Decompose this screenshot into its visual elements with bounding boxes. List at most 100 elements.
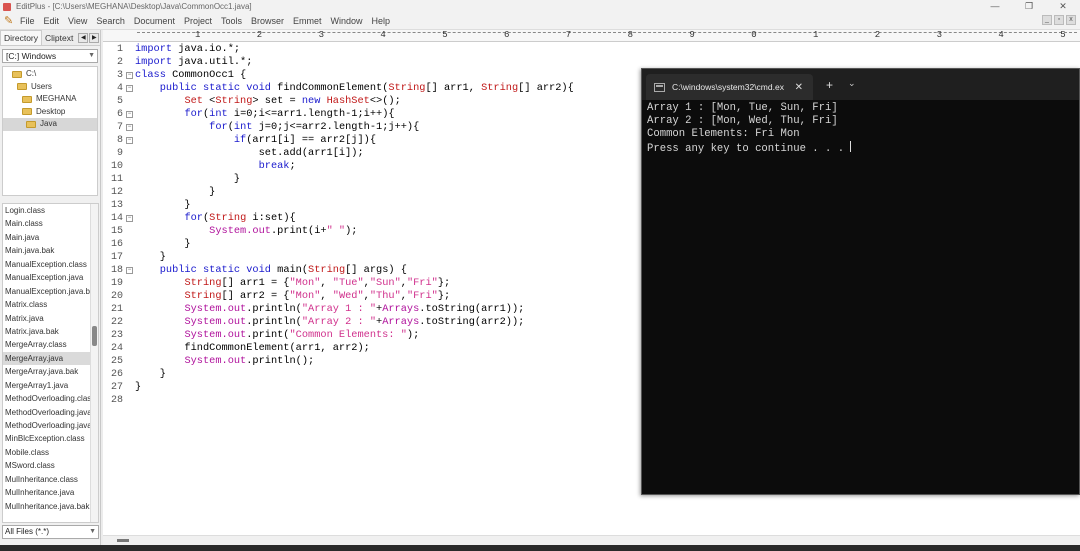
ruler: 1 2 3 4 5 6 7 8 9 0 1 2 3 4 5	[103, 30, 1080, 42]
horizontal-scrollbar[interactable]	[103, 535, 1080, 545]
close-button[interactable]: ✕	[1046, 0, 1080, 13]
file-list-item[interactable]: Login.class	[3, 204, 98, 217]
fold-toggle-icon[interactable]: −	[126, 85, 133, 92]
menu-view[interactable]: View	[68, 16, 87, 26]
doc-close-button[interactable]: x	[1066, 15, 1076, 25]
ruler-mark: 4	[380, 30, 386, 40]
menu-help[interactable]: Help	[372, 16, 391, 26]
ruler-mark: 6	[504, 30, 510, 40]
terminal-tab[interactable]: C:\windows\system32\cmd.ex ✕	[646, 74, 813, 100]
menu-file[interactable]: File	[20, 16, 35, 26]
fold-toggle-icon[interactable]: −	[126, 124, 133, 131]
ruler-mark: 7	[565, 30, 572, 40]
menu-window[interactable]: Window	[331, 16, 363, 26]
code-line: import java.io.*;	[135, 43, 241, 55]
tab-next-button[interactable]: ▶	[89, 32, 100, 43]
scrollbar-thumb[interactable]	[117, 539, 129, 542]
code-line: }	[135, 199, 191, 211]
line-number: 11	[110, 174, 123, 185]
tree-node-label: C:\	[26, 69, 37, 78]
menu-edit[interactable]: Edit	[44, 16, 60, 26]
tree-node[interactable]: Users	[3, 81, 97, 94]
code-line: }	[135, 368, 166, 380]
menu-tools[interactable]: Tools	[221, 16, 242, 26]
file-list-item[interactable]: Main.java.bak	[3, 244, 98, 257]
code-line: }	[135, 381, 142, 393]
menu-search[interactable]: Search	[96, 16, 125, 26]
file-list-item[interactable]: Matrix.java.bak	[3, 325, 98, 338]
cmd-window[interactable]: C:\windows\system32\cmd.ex ✕ + ⌄ Array 1…	[641, 68, 1080, 495]
fold-toggle-icon[interactable]: −	[126, 137, 133, 144]
fold-toggle-icon[interactable]: −	[126, 215, 133, 222]
maximize-button[interactable]: ❐	[1012, 0, 1046, 13]
file-list-item[interactable]: MulInheritance.java.bak	[3, 500, 98, 513]
file-list-item[interactable]: MergeArray.java.bak	[3, 365, 98, 378]
file-list-item[interactable]: ManualException.java.bak	[3, 285, 98, 298]
fold-toggle-icon[interactable]: −	[126, 111, 133, 118]
fold-toggle-icon[interactable]: −	[126, 72, 133, 79]
menu-emmet[interactable]: Emmet	[293, 16, 322, 26]
file-list-item[interactable]: Mobile.class	[3, 446, 98, 459]
code-line: class CommonOcc1 {	[135, 69, 247, 81]
file-list-item[interactable]: MergeArray.class	[3, 338, 98, 351]
panel-tabs: Directory Cliptext ◀ ▶	[0, 30, 100, 46]
terminal-line: Array 2 : [Mon, Wed, Thu, Fri]	[647, 115, 838, 127]
file-list-item[interactable]: Matrix.java	[3, 312, 98, 325]
code-line: String[] arr1 = {"Mon", "Tue","Sun","Fri…	[184, 277, 451, 289]
tree-node[interactable]: Desktop	[3, 106, 97, 119]
file-list-item[interactable]: MethodOverloading.java	[3, 406, 98, 419]
tab-prev-button[interactable]: ◀	[78, 32, 89, 43]
tab-directory[interactable]: Directory	[0, 30, 43, 45]
file-list-item[interactable]: ManualException.java	[3, 271, 98, 284]
folder-icon	[22, 95, 32, 103]
file-list-item[interactable]: MergeArray.java	[3, 351, 98, 366]
file-list-item[interactable]: Matrix.class	[3, 298, 98, 311]
file-list-scrollbar[interactable]	[90, 204, 98, 522]
terminal-line-prompt: Press any key to continue . . .	[647, 141, 1077, 155]
file-list-item[interactable]: Main.java	[3, 231, 98, 244]
ruler-mark: 4	[998, 30, 1004, 40]
file-list-item[interactable]: MSword.class	[3, 459, 98, 472]
line-number: 21	[110, 304, 123, 315]
ruler-mark: 8	[627, 30, 633, 40]
tree-node-selected[interactable]: Java	[3, 118, 97, 131]
file-list-item[interactable]: ManualException.class	[3, 258, 98, 271]
tree-node[interactable]: C:\	[3, 68, 97, 81]
tab-cliptext[interactable]: Cliptext	[42, 31, 76, 45]
fold-toggle-icon[interactable]: −	[126, 267, 133, 274]
file-list-item[interactable]: MulInheritance.class	[3, 473, 98, 486]
ruler-mark: 3	[936, 30, 942, 40]
line-number: 28	[110, 395, 123, 406]
line-number: 2	[116, 57, 123, 68]
new-tab-button[interactable]: +	[826, 78, 833, 92]
file-list-item[interactable]: MulInheritance.java	[3, 486, 98, 499]
file-list-item[interactable]: MergeArray1.java	[3, 379, 98, 392]
tree-node-label: MEGHANA	[36, 94, 77, 103]
menu-project[interactable]: Project	[184, 16, 212, 26]
ruler-mark: 2	[874, 30, 881, 40]
editplus-logo-icon	[3, 2, 11, 11]
file-filter-select[interactable]: All Files (*.*) ▼	[2, 525, 99, 539]
menu-document[interactable]: Document	[134, 16, 175, 26]
ruler-mark: 5	[442, 30, 448, 40]
file-list-item[interactable]: MethodOverloading.java.bak	[3, 419, 98, 432]
close-icon[interactable]: ✕	[795, 82, 803, 93]
file-list-item[interactable]: MinBlcException.class	[3, 432, 98, 445]
code-line: }	[135, 173, 241, 185]
chevron-down-icon[interactable]: ⌄	[848, 78, 856, 89]
line-number: 5	[116, 96, 123, 107]
file-list-item[interactable]: Main.class	[3, 217, 98, 230]
scrollbar-thumb[interactable]	[92, 326, 97, 346]
line-number: 1	[116, 44, 123, 55]
menu-browser[interactable]: Browser	[251, 16, 284, 26]
text-cursor	[850, 141, 852, 152]
doc-minimize-button[interactable]: _	[1042, 15, 1052, 25]
tree-node[interactable]: MEGHANA	[3, 93, 97, 106]
doc-restore-button[interactable]: ▫	[1054, 15, 1064, 25]
window-title: EditPlus - [C:\Users\MEGHANA\Desktop\Jav…	[16, 2, 252, 11]
minimize-button[interactable]: —	[978, 0, 1012, 13]
line-number: 16	[110, 239, 123, 250]
drive-select[interactable]: [C:] Windows ▼	[2, 49, 98, 63]
file-list-item[interactable]: MethodOverloading.class	[3, 392, 98, 405]
ruler-mark: 9	[689, 30, 695, 40]
